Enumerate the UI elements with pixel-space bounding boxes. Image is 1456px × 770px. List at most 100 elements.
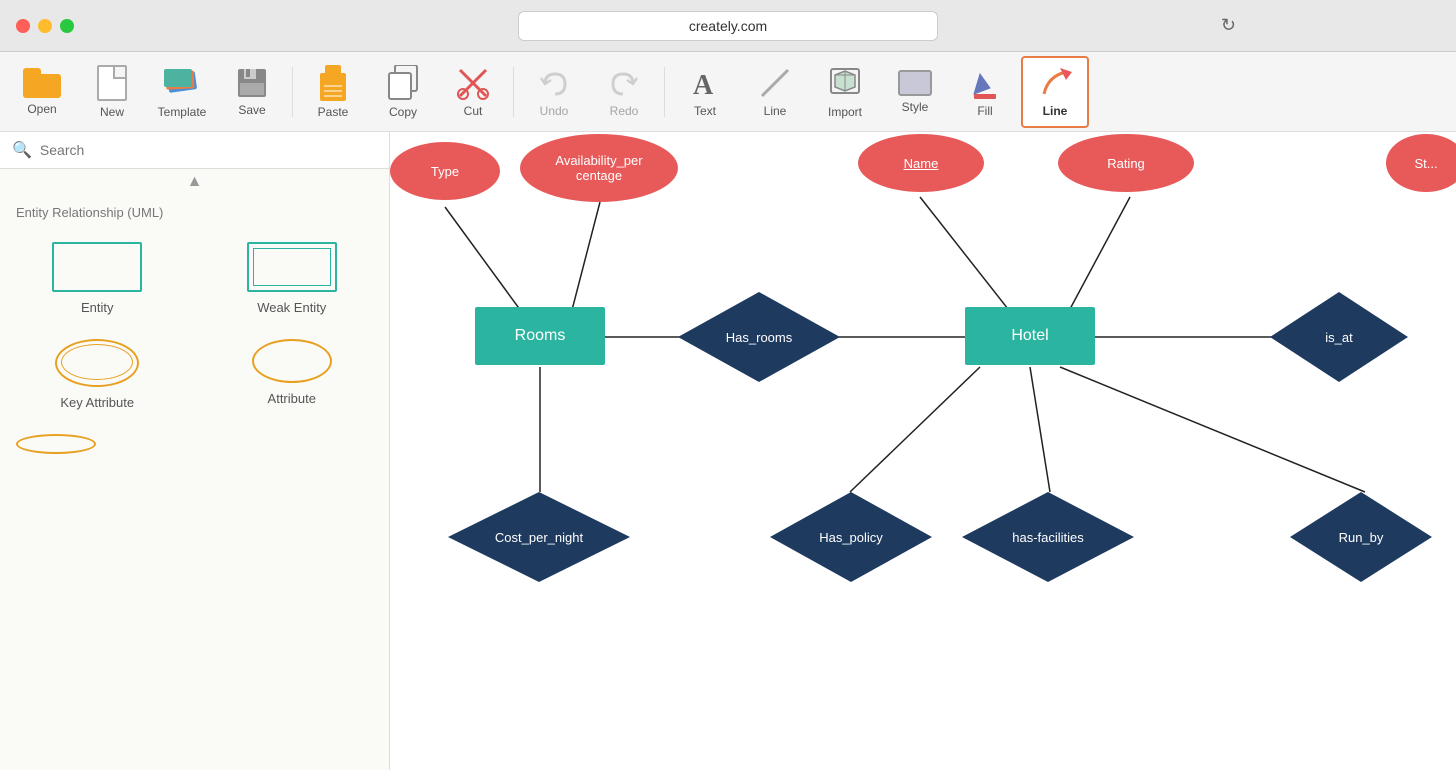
new-file-icon: [97, 65, 127, 101]
text-button[interactable]: A Text: [671, 56, 739, 128]
er-relationship-has-policy-label: Has_policy: [819, 530, 883, 545]
er-relationship-has-rooms[interactable]: Has_rooms: [678, 292, 840, 382]
copy-button[interactable]: Copy: [369, 56, 437, 128]
paste-icon: [317, 65, 349, 101]
text-icon: A: [688, 66, 722, 100]
key-attribute-shape-preview: [55, 339, 139, 387]
sidebar: 🔍 ▲ Entity Relationship (UML) Entity Wea…: [0, 132, 390, 770]
er-attribute-type-label: Type: [431, 164, 459, 179]
cut-label: Cut: [464, 104, 483, 118]
paste-button[interactable]: Paste: [299, 56, 367, 128]
entity-shape-preview: [52, 242, 142, 292]
er-entity-hotel[interactable]: Hotel: [965, 307, 1095, 365]
fill-icon: [968, 66, 1002, 100]
title-bar: creately.com ↻: [0, 0, 1456, 52]
cut-button[interactable]: Cut: [439, 56, 507, 128]
minimize-button[interactable]: [38, 19, 52, 33]
sidebar-item-weak-entity[interactable]: Weak Entity: [203, 234, 382, 323]
open-label: Open: [27, 102, 56, 116]
er-attribute-status-label: St...: [1414, 156, 1437, 171]
redo-button[interactable]: Redo: [590, 56, 658, 128]
er-entity-rooms-label: Rooms: [515, 327, 566, 345]
er-relationship-is-at[interactable]: is_at: [1270, 292, 1408, 382]
canvas[interactable]: Type Availability_percentage Name Rating…: [390, 132, 1456, 770]
main-content: 🔍 ▲ Entity Relationship (UML) Entity Wea…: [0, 132, 1456, 770]
search-input[interactable]: [40, 142, 377, 158]
traffic-lights: [16, 19, 74, 33]
text-label: Text: [694, 104, 716, 118]
cut-icon: [456, 66, 490, 100]
er-attribute-name[interactable]: Name: [858, 134, 984, 192]
separator-1: [292, 67, 293, 117]
line-active-button[interactable]: Line: [1021, 56, 1089, 128]
copy-icon: [387, 65, 419, 101]
er-relationship-has-policy[interactable]: Has_policy: [770, 492, 932, 582]
refresh-icon[interactable]: ↻: [1221, 15, 1236, 36]
line-active-icon: [1038, 66, 1072, 100]
er-attribute-rating-label: Rating: [1107, 156, 1145, 171]
attribute-shape-preview: [252, 339, 332, 383]
er-relationship-has-facilities[interactable]: has-facilities: [962, 492, 1134, 582]
weak-entity-label: Weak Entity: [257, 300, 326, 315]
separator-3: [664, 67, 665, 117]
er-attribute-name-label: Name: [904, 156, 939, 171]
new-button[interactable]: New: [78, 56, 146, 128]
svg-lines: [390, 132, 1456, 770]
save-button[interactable]: Save: [218, 56, 286, 128]
new-label: New: [100, 105, 124, 119]
line-tool-icon: [758, 66, 792, 100]
close-button[interactable]: [16, 19, 30, 33]
partial-attribute-shape: [16, 434, 96, 454]
undo-button[interactable]: Undo: [520, 56, 588, 128]
scroll-up-arrow[interactable]: ▲: [0, 169, 389, 195]
template-button[interactable]: Template: [148, 56, 216, 128]
er-relationship-is-at-label: is_at: [1325, 330, 1352, 345]
save-label: Save: [238, 103, 265, 117]
er-relationship-run-by-label: Run_by: [1339, 530, 1384, 545]
sidebar-item-entity[interactable]: Entity: [8, 234, 187, 323]
entity-label: Entity: [81, 300, 114, 315]
url-text: creately.com: [689, 18, 767, 34]
er-entity-rooms[interactable]: Rooms: [475, 307, 605, 365]
er-entity-hotel-label: Hotel: [1011, 327, 1048, 345]
er-relationship-run-by[interactable]: Run_by: [1290, 492, 1432, 582]
fill-button[interactable]: Fill: [951, 56, 1019, 128]
line-active-label: Line: [1043, 104, 1068, 118]
er-attribute-availability[interactable]: Availability_percentage: [520, 134, 678, 202]
url-bar[interactable]: creately.com: [518, 11, 938, 41]
search-bar: 🔍: [0, 132, 389, 169]
save-icon: [236, 67, 268, 99]
undo-icon: [537, 66, 571, 100]
er-relationship-has-facilities-label: has-facilities: [1012, 530, 1084, 545]
template-icon: [164, 65, 200, 101]
redo-label: Redo: [610, 104, 639, 118]
sidebar-bottom-shapes: [0, 426, 389, 462]
er-attribute-status[interactable]: St...: [1386, 134, 1456, 192]
line-tool-label: Line: [764, 104, 787, 118]
sidebar-item-key-attribute[interactable]: Key Attribute: [8, 331, 187, 418]
folder-icon: [23, 68, 61, 98]
line-tool-button[interactable]: Line: [741, 56, 809, 128]
sidebar-category-label: Entity Relationship (UML): [0, 195, 389, 226]
er-relationship-cost-per-night[interactable]: Cost_per_night: [448, 492, 630, 582]
er-attribute-type[interactable]: Type: [390, 142, 500, 200]
fill-label: Fill: [977, 104, 992, 118]
er-relationship-has-rooms-label: Has_rooms: [726, 330, 792, 345]
style-button[interactable]: Style: [881, 56, 949, 128]
weak-entity-shape-preview: [247, 242, 337, 292]
style-label: Style: [902, 100, 929, 114]
import-label: Import: [828, 105, 862, 119]
er-relationship-cost-per-night-label: Cost_per_night: [495, 530, 583, 545]
er-attribute-rating[interactable]: Rating: [1058, 134, 1194, 192]
redo-icon: [607, 66, 641, 100]
search-icon: 🔍: [12, 140, 32, 160]
sidebar-item-attribute[interactable]: Attribute: [203, 331, 382, 418]
shape-grid: Entity Weak Entity Key Attribute Attribu…: [0, 226, 389, 426]
er-attribute-availability-label: Availability_percentage: [555, 153, 642, 183]
separator-2: [513, 67, 514, 117]
import-icon: [827, 65, 863, 101]
import-button[interactable]: Import: [811, 56, 879, 128]
attribute-label: Attribute: [268, 391, 316, 406]
maximize-button[interactable]: [60, 19, 74, 33]
open-button[interactable]: Open: [8, 56, 76, 128]
